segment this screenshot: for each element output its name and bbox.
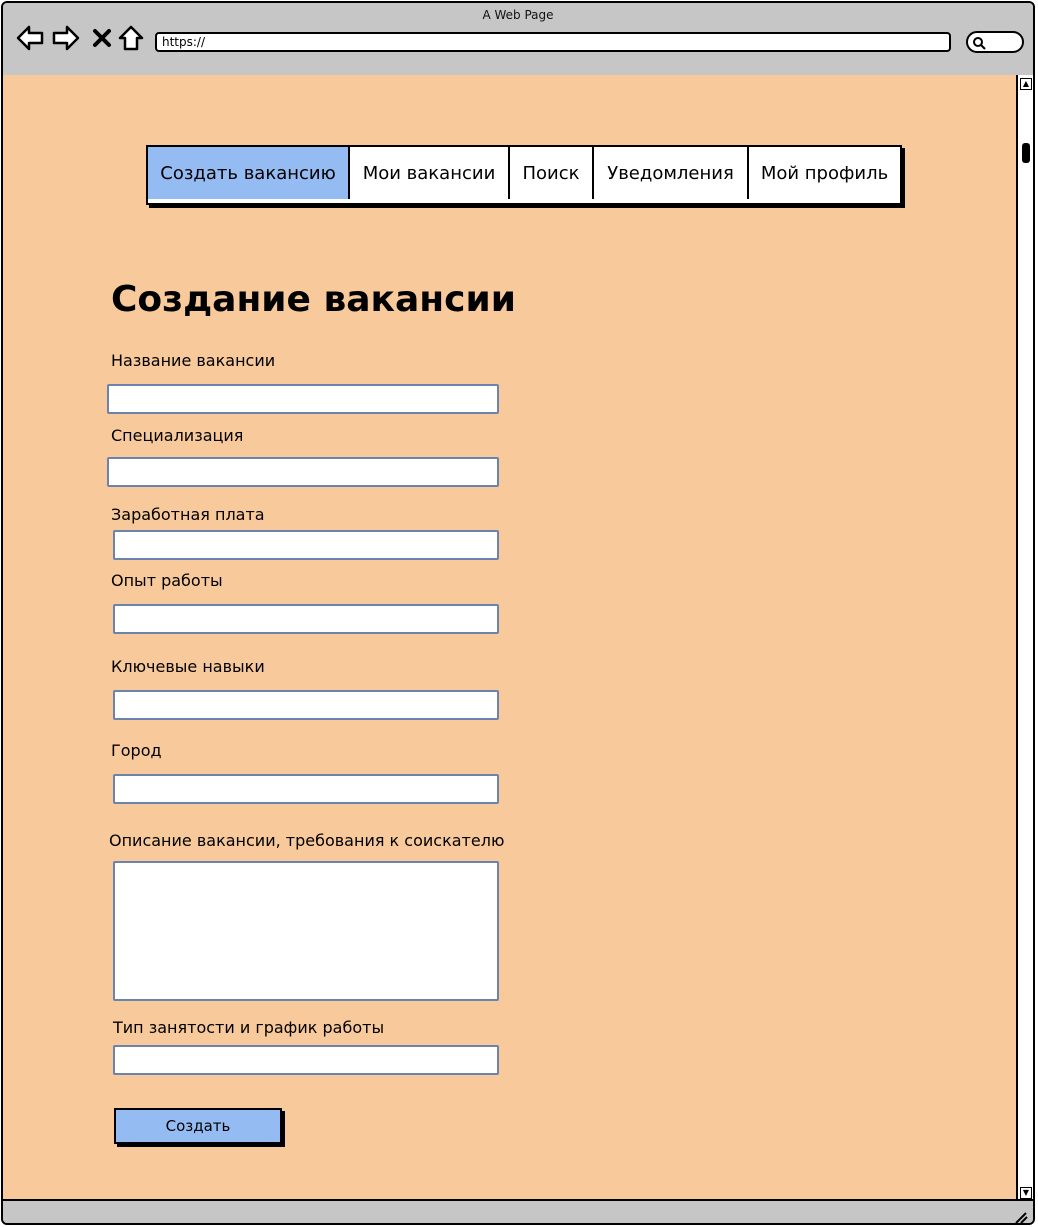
salary-input[interactable] [113,530,499,560]
search-icon [973,37,986,50]
home-button[interactable] [116,23,146,53]
label-specialization: Специализация [111,426,244,445]
label-vacancy-title: Название вакансии [111,351,276,370]
close-icon [93,29,111,47]
forward-button[interactable] [51,23,81,53]
tab-notifications[interactable]: Уведомления [594,147,749,199]
label-salary: Заработная плата [111,505,265,524]
stop-button[interactable] [87,23,117,53]
label-description: Описание вакансии, требования к соискате… [109,831,505,850]
arrow-right-icon [52,25,80,51]
scroll-down-icon[interactable]: ▼ [1020,1187,1032,1199]
label-experience: Опыт работы [111,571,223,590]
vacancy-title-input[interactable] [107,384,499,414]
city-input[interactable] [113,774,499,804]
back-button[interactable] [15,23,45,53]
scroll-up-icon[interactable]: ▲ [1020,78,1032,90]
specialization-input[interactable] [107,457,499,487]
scroll-thumb[interactable] [1022,143,1030,163]
address-bar[interactable]: https:// [155,32,951,52]
vertical-scrollbar[interactable]: ▲ ▼ [1018,75,1033,1199]
page-viewport: Создать вакансию Мои вакансии Поиск Увед… [3,75,1018,1199]
browser-toolbar: A Web Page https:// [3,3,1033,77]
resize-grip-icon[interactable] [1013,1210,1029,1224]
main-tabs: Создать вакансию Мои вакансии Поиск Увед… [146,145,902,205]
employment-type-input[interactable] [113,1045,499,1075]
tab-my-profile[interactable]: Мой профиль [749,147,900,199]
arrow-left-icon [16,25,44,51]
tab-search[interactable]: Поиск [510,147,594,199]
experience-input[interactable] [113,604,499,634]
home-icon [118,25,144,51]
create-button[interactable]: Создать [114,1108,282,1144]
window-title: A Web Page [482,8,554,22]
label-city: Город [111,741,162,760]
label-key-skills: Ключевые навыки [111,657,265,676]
browser-window: A Web Page https:// Создать вакансию Мои… [1,1,1035,1225]
tab-my-vacancies[interactable]: Мои вакансии [350,147,510,199]
status-bar [3,1199,1033,1224]
key-skills-input[interactable] [113,690,499,720]
page-title: Создание вакансии [111,279,516,320]
browser-search-field[interactable] [966,31,1024,53]
tab-create-vacancy[interactable]: Создать вакансию [148,147,350,199]
label-employment-type: Тип занятости и график работы [113,1018,385,1037]
description-textarea[interactable] [113,861,499,1001]
